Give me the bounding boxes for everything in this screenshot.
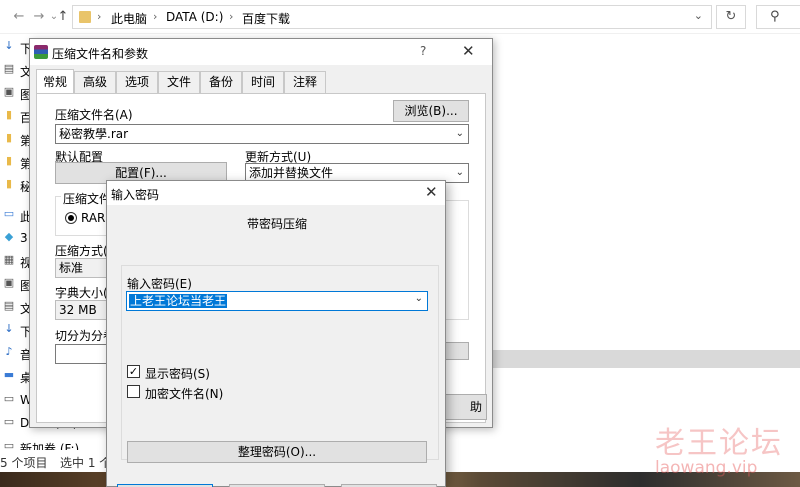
dialog-title: 压缩文件名和参数: [52, 47, 149, 61]
sidebar-item[interactable]: ▮ 秘: [0, 174, 32, 196]
dialog-titlebar: 压缩文件名和参数 ? ✕: [30, 39, 492, 65]
watermark-url: laowang.vip: [655, 458, 758, 478]
folder-icon: [79, 11, 91, 23]
breadcrumb-separator-icon: ›: [153, 10, 158, 23]
search-input[interactable]: ⚲: [756, 5, 800, 29]
organize-passwords-button[interactable]: 整理密码(O)...: [127, 441, 427, 463]
back-arrow-icon[interactable]: ←: [12, 8, 26, 26]
breadcrumb-baidu-downloads[interactable]: 百度下载: [242, 10, 290, 27]
password-dialog-heading: 带密码压缩: [246, 217, 307, 231]
archive-name-label: 压缩文件名(A): [55, 108, 133, 122]
sidebar-item-icon: ▮: [5, 108, 13, 121]
sidebar-item-icon: ▤: [3, 299, 15, 312]
sidebar-item-icon: ▭: [3, 415, 15, 428]
encrypt-file-names-label: 加密文件名(N): [145, 387, 224, 401]
sidebar-item-label: 3: [20, 231, 28, 245]
chevron-down-icon[interactable]: ⌄: [456, 164, 464, 182]
up-arrow-icon[interactable]: ↑: [56, 8, 70, 26]
sidebar-item-icon: ▣: [3, 276, 15, 289]
password-dialog-title: 输入密码: [111, 188, 160, 202]
encrypt-file-names-checkbox[interactable]: [127, 385, 140, 398]
address-toolbar: ← → ⌄ ↑ › 此电脑 › DATA (D:) › 百度下载 ⌄ ↻ ⚲: [0, 0, 800, 34]
sidebar-item-icon: ▦: [3, 253, 15, 266]
address-bar[interactable]: › 此电脑 › DATA (D:) › 百度下载 ⌄: [72, 5, 712, 29]
show-password-checkbox[interactable]: ✓: [127, 365, 140, 378]
breadcrumb-this-pc[interactable]: 此电脑: [111, 10, 147, 27]
sidebar-item[interactable]: ▮ 第: [0, 128, 32, 150]
breadcrumb-data-drive[interactable]: DATA (D:): [166, 10, 223, 24]
navigation-pane: ↓下▤文▣图▮百▮第▮第▮秘▭此◆3▦视▣图▤文↓下♪音▬桌▭W▭DATA (D…: [0, 34, 79, 456]
sidebar-item[interactable]: ▣ 图: [0, 273, 32, 295]
sidebar-item-icon: ▭: [3, 392, 15, 405]
address-dropdown-chevron-icon[interactable]: ⌄: [694, 9, 703, 22]
sidebar-item-icon: ▣: [3, 85, 15, 98]
browse-button[interactable]: 浏览(B)...: [393, 100, 469, 122]
close-icon[interactable]: ✕: [462, 42, 475, 60]
enter-password-dialog: 输入密码 ✕ 带密码压缩 输入密码(E) 上老王论坛当老王 ⌄ ✓ 显示密码(S…: [106, 180, 446, 487]
tab-advanced[interactable]: 高级: [74, 71, 116, 93]
sidebar-item-icon: ♪: [5, 345, 13, 358]
watermark-logo: 老王论坛: [655, 426, 783, 461]
forward-arrow-icon[interactable]: →: [32, 8, 46, 26]
update-mode-value: 添加并替换文件: [249, 166, 334, 180]
tab-time[interactable]: 时间: [242, 71, 284, 93]
selected-count: 选中 1 个: [60, 456, 112, 470]
sidebar-item[interactable]: ▮ 百: [0, 105, 32, 127]
breadcrumb-separator-icon: ›: [229, 10, 234, 23]
sidebar-item[interactable]: ▣ 图: [0, 82, 32, 104]
sidebar-item[interactable]: ♪ 音: [0, 342, 32, 364]
tab-comment[interactable]: 注释: [284, 71, 326, 93]
sidebar-item-icon: ↓: [4, 322, 14, 335]
help-button[interactable]: ?: [420, 44, 426, 58]
sidebar-item[interactable]: ▭DATA (D:): [0, 412, 78, 434]
sidebar-item[interactable]: ▮ 第: [0, 151, 32, 173]
sidebar-item-icon: ▤: [3, 62, 15, 75]
sidebar-item-icon: ↓: [4, 39, 14, 52]
sidebar-item[interactable]: ↓ 下: [0, 319, 32, 341]
sidebar-item[interactable]: ▭ 此: [0, 204, 32, 226]
password-input[interactable]: 上老王论坛当老王 ⌄: [126, 291, 428, 311]
tab-files[interactable]: 文件: [158, 71, 200, 93]
chevron-down-icon[interactable]: ⌄: [415, 293, 423, 304]
tab-general[interactable]: 常规: [36, 69, 74, 93]
rar-label: RAR: [81, 211, 106, 225]
chevron-down-icon[interactable]: ⌄: [456, 125, 464, 143]
rar-radio[interactable]: [65, 212, 77, 224]
sidebar-item[interactable]: ▤ 文: [0, 296, 32, 318]
tab-backup[interactable]: 备份: [200, 71, 242, 93]
compression-method-label: 压缩方式(: [55, 244, 108, 258]
sidebar-item[interactable]: ↓ 下: [0, 36, 32, 58]
sidebar-item-icon: ▮: [5, 177, 13, 190]
sidebar-item-icon: ◆: [4, 230, 14, 243]
refresh-icon: ↻: [725, 9, 737, 24]
enter-password-label: 输入密码(E): [127, 277, 192, 291]
item-count: 5 个项目: [0, 456, 48, 470]
sidebar-item[interactable]: ▦ 视: [0, 250, 32, 272]
password-value: 上老王论坛当老王: [129, 294, 228, 308]
dictionary-size-label: 字典大小(: [55, 286, 108, 300]
sidebar-item[interactable]: ▤ 文: [0, 59, 32, 81]
sidebar-item[interactable]: ▬ 桌: [0, 365, 32, 387]
show-password-label: 显示密码(S): [145, 367, 210, 381]
tab-strip: 常规 高级 选项 文件 备份 时间 注释: [36, 69, 486, 93]
refresh-button[interactable]: ↻: [716, 5, 746, 29]
sidebar-item-icon: ▭: [3, 207, 15, 220]
sidebar-item-icon: ▮: [5, 154, 13, 167]
content-area-strip: [490, 350, 800, 368]
close-icon[interactable]: ✕: [425, 183, 438, 201]
search-icon: ⚲: [770, 9, 780, 24]
breadcrumb-separator-icon: ›: [97, 10, 102, 23]
archive-name-value: 秘密教學.rar: [59, 127, 129, 141]
sidebar-item-icon: ▮: [5, 131, 13, 144]
sidebar-item[interactable]: ▭ W: [0, 389, 32, 411]
password-dialog-titlebar: 输入密码 ✕: [107, 181, 445, 205]
archive-name-input[interactable]: 秘密教學.rar ⌄: [55, 124, 469, 144]
winrar-app-icon: [34, 45, 48, 59]
tab-options[interactable]: 选项: [116, 71, 158, 93]
sidebar-item[interactable]: ◆ 3: [0, 227, 28, 249]
sidebar-item-icon: ▬: [3, 368, 15, 381]
